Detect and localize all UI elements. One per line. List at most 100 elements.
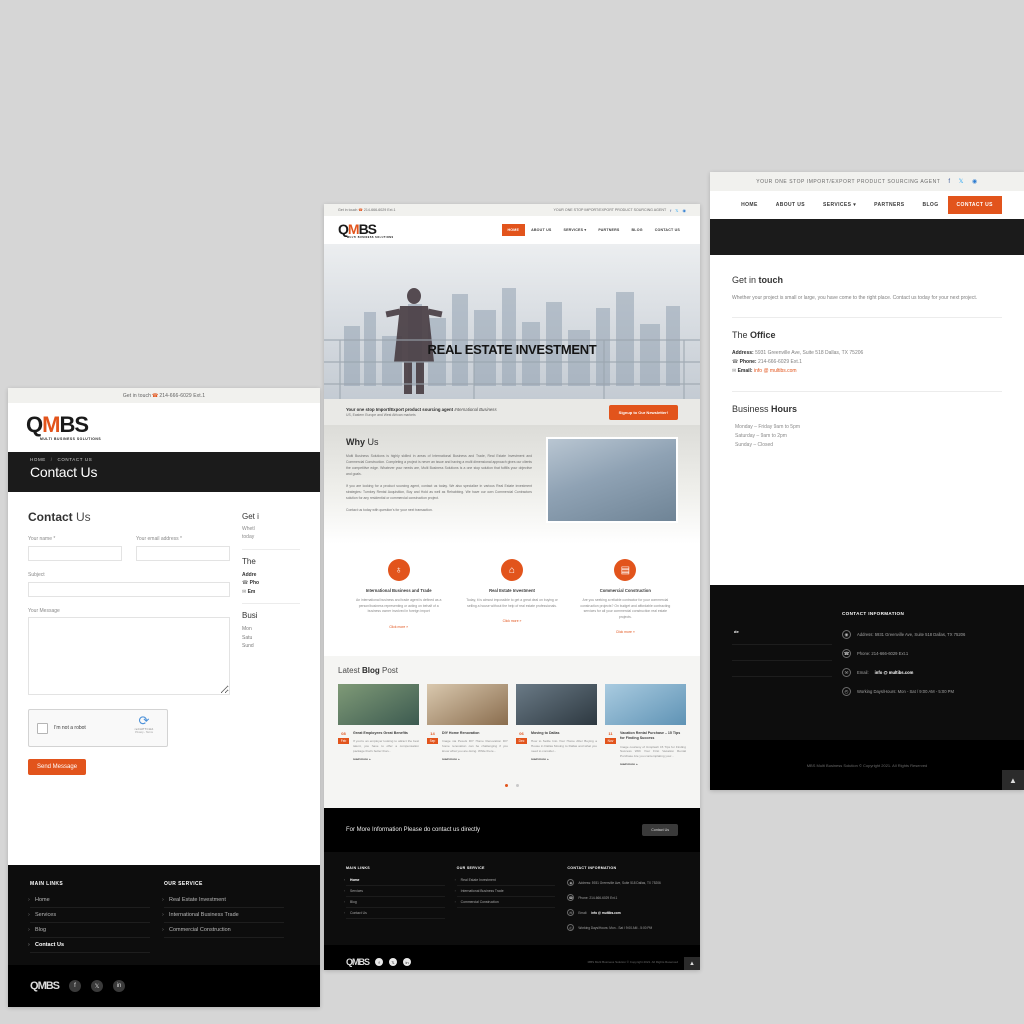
footer-link-blog[interactable]: Blog [344,897,445,909]
message-textarea[interactable] [28,617,230,695]
nav-item-home[interactable]: HOME [501,224,526,236]
recaptcha-privacy-text[interactable]: Privacy - Terms [127,731,161,734]
recaptcha-widget[interactable]: I'm not a robot ⟳ reCAPTCHA Privacy - Te… [28,709,168,747]
footer-email-value[interactable]: info @ multibs.com [875,670,914,675]
recaptcha-checkbox[interactable] [37,722,48,734]
newsletter-signup-button[interactable]: Signup to Our Newsletter! [608,404,678,420]
service-click-more-link[interactable]: Click more » [389,625,408,629]
facebook-icon[interactable]: f [670,208,671,213]
footer-phone-text[interactable]: Phone: 214-666-6029 Ext.1 [578,896,617,900]
nav-item-about-us[interactable]: ABOUT US [525,224,557,236]
footer-link-services[interactable]: Services [344,886,445,898]
blog-card[interactable]: 11 Nov Vacation Rental Purchase – 15 Tip… [605,684,686,766]
nav-item-partners[interactable]: PARTNERS [592,224,625,236]
carousel-dot-2[interactable] [515,784,519,788]
nav-item-contact-us[interactable]: CONTACT US [947,196,1002,214]
nav-item-blog[interactable]: BLOG [913,196,947,214]
site-logo[interactable]: QMBS MULTI BUSINESS SOLUTIONS [26,414,101,442]
footer-service-international-trade[interactable]: International Business Trade [455,886,556,898]
browser-window-home-middle[interactable]: Get in touch ☎ 214-666-6029 Ext.1 YOUR O… [324,204,700,970]
phone-value[interactable]: 214-666-6029 Ext.1 [757,359,802,365]
blog-title[interactable]: Moving to Dallas [531,731,597,736]
service-title: International Business and Trade [365,588,432,593]
office-heading: The Office [732,330,1002,340]
carousel-dots[interactable] [338,774,686,792]
topbar-phone[interactable]: 214-666-6029 Ext.1 [159,393,205,399]
name-input[interactable] [28,546,122,561]
service-click-more-link[interactable]: Click more » [503,619,522,623]
site-logo[interactable]: QMBS MULTI BUSINESS SOLUTIONS [338,222,394,239]
footer-service-real-estate[interactable]: Real Estate Investment [455,875,556,887]
footer-link-home[interactable]: Home [344,875,445,887]
email-value[interactable]: info @ multibs.com [754,368,797,374]
footer-link-services[interactable]: Services [28,908,150,923]
service-card-international[interactable]: ♁ International Business and Trade An in… [342,559,455,638]
x-icon[interactable]: 𝕏 [959,178,964,185]
footer-phone-text[interactable]: Phone: 214-666-6029 Ext.1 [857,651,908,656]
scroll-top-icon[interactable]: ▲ [1002,770,1024,790]
blog-title[interactable]: Vacation Rental Purchase – 15 Tips for F… [620,731,686,741]
blog-card[interactable]: 06 Dec Moving to Dallas How to Settle In… [516,684,597,766]
facebook-icon[interactable]: f [69,980,82,992]
blog-card[interactable]: 14 Sep DIY Home Renovation Image via Pex… [427,684,508,766]
footer-email-value[interactable]: info @ multibs.com [591,911,621,915]
footer-link-contact-us[interactable]: Contact Us [344,908,445,920]
nav-item-contact-us[interactable]: CONTACT US [649,224,686,236]
service-card-real-estate[interactable]: ⌂ Real Estate Investment Today, it is al… [455,559,568,638]
footer-link-home[interactable]: Home [28,893,150,908]
strip-headline: Your one stop Import/Export product sour… [346,407,497,412]
x-icon[interactable]: 𝕏 [389,958,398,967]
nav-item-partners[interactable]: PARTNERS [865,196,913,214]
linkedin-icon[interactable]: in [403,958,412,967]
footer-service-international-trade[interactable]: International Business Trade [162,908,284,923]
topbar-phone[interactable]: 214-666-6029 Ext.1 [364,208,396,212]
instagram-icon[interactable]: ◉ [683,208,687,213]
blog-read-more-link[interactable]: read more » [531,757,597,761]
footer-link-row[interactable] [732,645,832,661]
footer-link-highlighted[interactable]: de [732,629,832,645]
footer-service-real-estate[interactable]: Real Estate Investment [162,893,284,908]
footer-link-blog[interactable]: Blog [28,923,150,938]
service-card-commercial[interactable]: ▤ Commercial Construction Are you seekin… [569,559,682,638]
footer-link-row[interactable] [732,661,832,677]
instagram-icon[interactable]: ◉ [972,178,978,185]
blog-read-more-link[interactable]: read more » [353,757,419,761]
blog-card[interactable]: 08 Feb Great Employees Great Benefits If… [338,684,419,766]
footer-link-contact-us[interactable]: Contact Us [28,938,150,953]
blog-read-more-link[interactable]: read more » [442,757,508,761]
footer-contact-address: ◉ Address: 5931 Greenville Ave, Suite 51… [842,625,1002,644]
breadcrumb-current: CONTACT US [57,457,93,462]
facebook-icon[interactable]: f [375,958,384,967]
footer-service-commercial-construction[interactable]: Commercial Construction [455,897,556,909]
browser-window-contact-right[interactable]: YOUR ONE STOP IMPORT/EXPORT PRODUCT SOUR… [710,172,1024,790]
linkedin-icon[interactable]: in [113,980,126,992]
send-message-button[interactable]: Send Message [28,759,87,775]
sidebar-get-in-touch-text: Whetl today [242,526,300,542]
nav-item-home[interactable]: HOME [732,196,767,214]
cta-contact-us-button[interactable]: Contact Us [642,824,678,837]
blog-title[interactable]: DIY Home Renovation [442,731,508,736]
x-icon[interactable]: 𝕏 [91,980,104,992]
breadcrumb-home[interactable]: HOME [30,457,46,462]
scroll-top-icon[interactable]: ▲ [684,957,700,970]
browser-window-contact-left[interactable]: Get in touch ☎ 214-666-6029 Ext.1 QMBS M… [8,388,320,1007]
nav-item-services[interactable]: SERVICES ▾ [814,196,865,214]
nav-item-blog[interactable]: BLOG [626,224,649,236]
get-in-touch-text: Whether your project is small or large, … [732,295,978,301]
location-icon: ◉ [842,630,851,639]
blog-title[interactable]: Great Employees Great Benefits [353,731,419,736]
subject-input[interactable] [28,582,230,597]
facebook-icon[interactable]: f [948,179,950,185]
carousel-dot-1[interactable] [505,784,509,788]
service-click-more-link[interactable]: Click more » [616,630,635,634]
nav-item-about-us[interactable]: ABOUT US [767,196,814,214]
footer-service-commercial-construction[interactable]: Commercial Construction [162,923,284,938]
why-us-paragraph-2: If you are looking for a product sourcin… [346,483,532,500]
footer-main-links: MAIN LINKS Home Services Blog Contact Us [344,866,457,935]
footer-logo[interactable]: QMBS [346,957,370,967]
footer-logo[interactable]: QMBS [30,980,60,992]
blog-read-more-link[interactable]: read more » [620,762,686,766]
nav-item-services[interactable]: SERVICES ▾ [557,224,592,236]
x-icon[interactable]: 𝕏 [675,208,678,213]
email-input[interactable] [136,546,230,561]
